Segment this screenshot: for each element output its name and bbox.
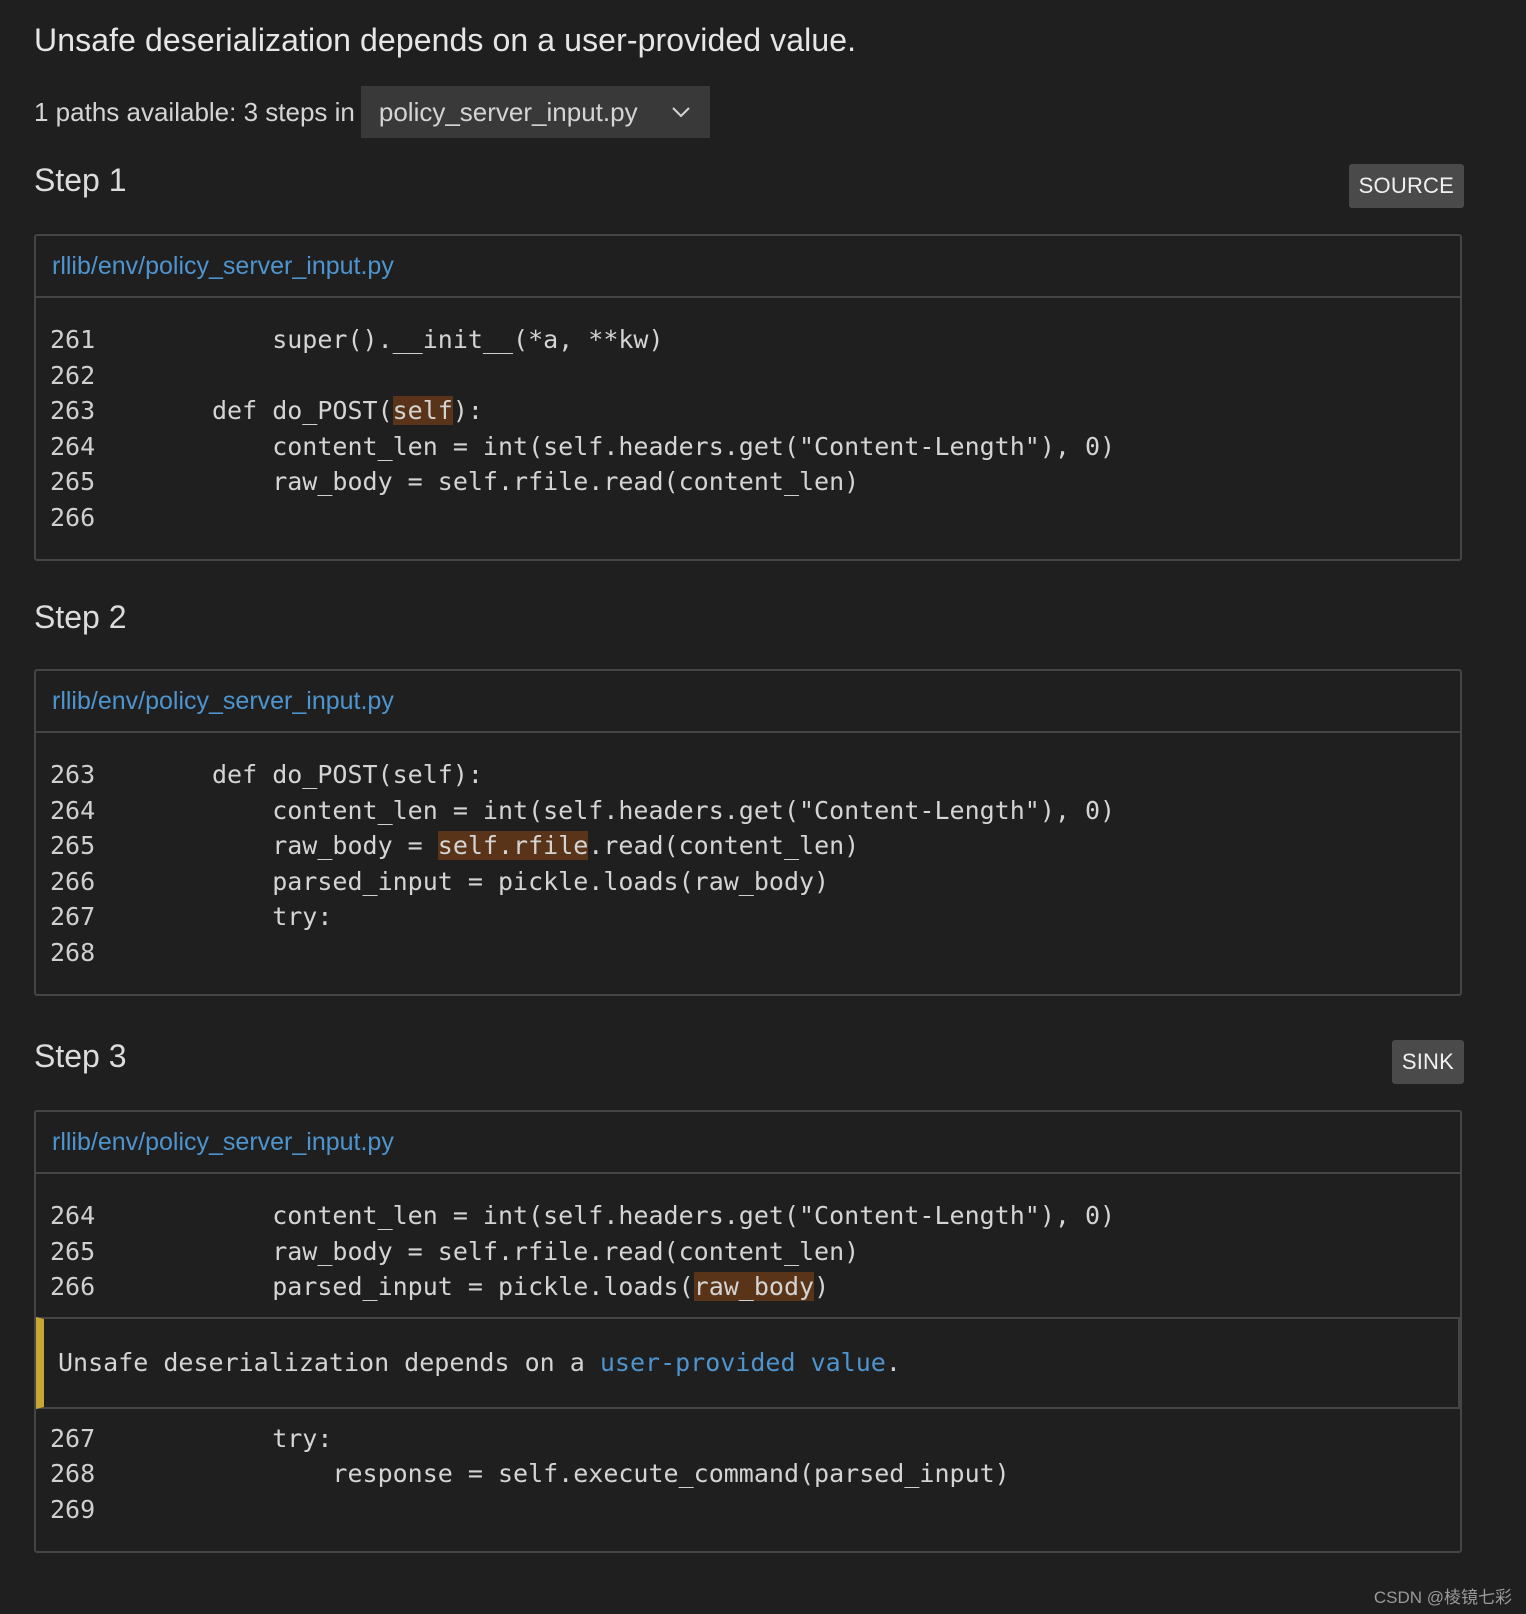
code-line: 265 raw_body = self.rfile.read(content_l… (36, 828, 1460, 864)
line-number: 264 (50, 795, 96, 825)
code-segment: content_len = int(self.headers.get("Cont… (212, 431, 1116, 461)
code-segment: content_len = int(self.headers.get("Cont… (212, 795, 1116, 825)
code-line: 266 parsed_input = pickle.loads(raw_body… (36, 864, 1460, 900)
line-number: 263 (50, 760, 96, 790)
code-line: 264 content_len = int(self.headers.get("… (36, 1198, 1460, 1234)
step-3-file-link[interactable]: rllib/env/policy_server_input.py (52, 1128, 394, 1157)
line-number: 267 (50, 1423, 96, 1453)
step-3-code-before: 264 content_len = int(self.headers.get("… (36, 1174, 1460, 1313)
code-line: 266 parsed_input = pickle.loads(raw_body… (36, 1269, 1460, 1305)
line-number: 268 (50, 1459, 96, 1489)
code-segment: parsed_input = pickle.loads( (212, 1272, 694, 1302)
step-3-heading: Step 3 (34, 1038, 127, 1074)
step-2-file-link[interactable]: rllib/env/policy_server_input.py (52, 687, 394, 716)
line-number: 267 (50, 902, 96, 932)
step-3-code-after: 267 try: 268 response = self.execute_comm… (36, 1413, 1460, 1552)
code-segment: .read(content_len) (588, 831, 860, 861)
line-number: 265 (50, 467, 96, 497)
line-number: 265 (50, 1236, 96, 1266)
code-segment: raw_body = self.rfile.read(content_len) (212, 467, 860, 497)
code-text: response = self.execute_command(parsed_i… (106, 1459, 1010, 1489)
code-text: raw_body = self.rfile.read(content_len) (106, 467, 859, 496)
code-segment: def do_POST( (212, 396, 393, 426)
code-line: 267 try: (36, 1421, 1460, 1457)
code-segment: ): (452, 396, 483, 426)
source-badge: SOURCE (1348, 164, 1464, 208)
code-segment: response = self.execute_command(parsed_i… (212, 1459, 1010, 1489)
line-number: 266 (50, 866, 96, 896)
code-segment: super().__init__(*a, **kw) (212, 325, 664, 355)
line-number: 269 (50, 1494, 96, 1524)
code-line: 265 raw_body = self.rfile.read(content_l… (36, 464, 1460, 500)
line-number: 262 (50, 360, 96, 390)
user-provided-value-link[interactable]: user-provided value (600, 1348, 886, 1377)
chevron-down-icon (670, 101, 692, 123)
code-text: parsed_input = pickle.loads(raw_body) (106, 1272, 830, 1302)
code-line: 267 try: (36, 899, 1460, 935)
page-title: Unsafe deserialization depends on a user… (34, 22, 857, 58)
code-text: parsed_input = pickle.loads(raw_body) (106, 867, 829, 896)
line-number: 268 (50, 937, 96, 967)
step-2-panel: rllib/env/policy_server_input.py 263 def … (34, 669, 1462, 996)
code-text: content_len = int(self.headers.get("Cont… (106, 796, 1115, 825)
code-line: 264 content_len = int(self.headers.get("… (36, 793, 1460, 829)
code-text: try: (106, 1424, 332, 1453)
code-segment: try: (212, 1423, 333, 1453)
step-2-code: 263 def do_POST(self): 264 content_len = i… (36, 733, 1460, 994)
code-line: 263 def do_POST(self): (36, 393, 1460, 429)
code-line: 264 content_len = int(self.headers.get("… (36, 429, 1460, 465)
line-number: 265 (50, 831, 96, 861)
code-text: raw_body = self.rfile.read(content_len) (106, 1237, 859, 1266)
file-select-dropdown[interactable]: policy_server_input.py (360, 86, 710, 138)
line-number: 261 (50, 325, 96, 355)
code-line: 262 (36, 358, 1460, 394)
alert-message-text: Unsafe deserialization depends on a (58, 1348, 600, 1377)
code-segment: parsed_input = pickle.loads(raw_body) (212, 866, 830, 896)
code-segment: raw_body = self.rfile.read(content_len) (212, 1236, 860, 1266)
highlighted-token[interactable]: self.rfile (437, 831, 589, 861)
step-1-file-link[interactable]: rllib/env/policy_server_input.py (52, 252, 394, 281)
step-1-panel: rllib/env/policy_server_input.py 261 sup… (34, 234, 1462, 561)
step-3-panel: rllib/env/policy_server_input.py 264 con… (34, 1110, 1462, 1553)
code-text: def do_POST(self): (106, 760, 483, 789)
paths-row: 1 paths available: 3 steps in policy_ser… (34, 86, 710, 138)
step-1-code: 261 super().__init__(*a, **kw) 262 263 def … (36, 298, 1460, 559)
code-line: 261 super().__init__(*a, **kw) (36, 322, 1460, 358)
alert-message-end: . (885, 1348, 901, 1377)
code-text: try: (106, 902, 332, 931)
line-number: 266 (50, 502, 96, 532)
code-text: content_len = int(self.headers.get("Cont… (106, 1201, 1115, 1230)
code-line: 268 response = self.execute_command(pars… (36, 1456, 1460, 1492)
code-line: 266 (36, 500, 1460, 536)
highlighted-token[interactable]: self (392, 396, 453, 426)
highlighted-token[interactable]: raw_body (693, 1272, 815, 1302)
code-segment: try: (212, 902, 333, 932)
step-1-panel-header: rllib/env/policy_server_input.py (36, 236, 1460, 298)
step-2-heading: Step 2 (34, 599, 127, 635)
line-number: 264 (50, 431, 96, 461)
code-text: def do_POST(self): (106, 396, 483, 426)
file-select-value: policy_server_input.py (378, 96, 638, 127)
step-3-panel-header: rllib/env/policy_server_input.py (36, 1112, 1460, 1174)
sink-badge: SINK (1391, 1040, 1464, 1084)
paths-summary: 1 paths available: 3 steps in (34, 96, 355, 127)
code-line: 265 raw_body = self.rfile.read(content_l… (36, 1234, 1460, 1270)
code-line: 269 (36, 1492, 1460, 1528)
code-segment: content_len = int(self.headers.get("Cont… (212, 1201, 1116, 1231)
step-1-heading: Step 1 (34, 162, 127, 198)
line-number: 263 (50, 396, 96, 426)
step-2-panel-header: rllib/env/policy_server_input.py (36, 671, 1460, 733)
code-text: raw_body = self.rfile.read(content_len) (106, 831, 860, 861)
code-line: 263 def do_POST(self): (36, 757, 1460, 793)
code-line: 268 (36, 935, 1460, 971)
code-segment: ) (814, 1272, 830, 1302)
line-number: 266 (50, 1272, 96, 1302)
watermark: CSDN @棱镜七彩 (1373, 1588, 1512, 1607)
code-segment: raw_body = (212, 831, 438, 861)
alert-message: Unsafe deserialization depends on a user… (36, 1316, 1460, 1409)
line-number: 264 (50, 1201, 96, 1231)
code-text: content_len = int(self.headers.get("Cont… (106, 432, 1115, 461)
code-text: super().__init__(*a, **kw) (106, 325, 664, 355)
code-segment: def do_POST(self): (212, 760, 483, 790)
